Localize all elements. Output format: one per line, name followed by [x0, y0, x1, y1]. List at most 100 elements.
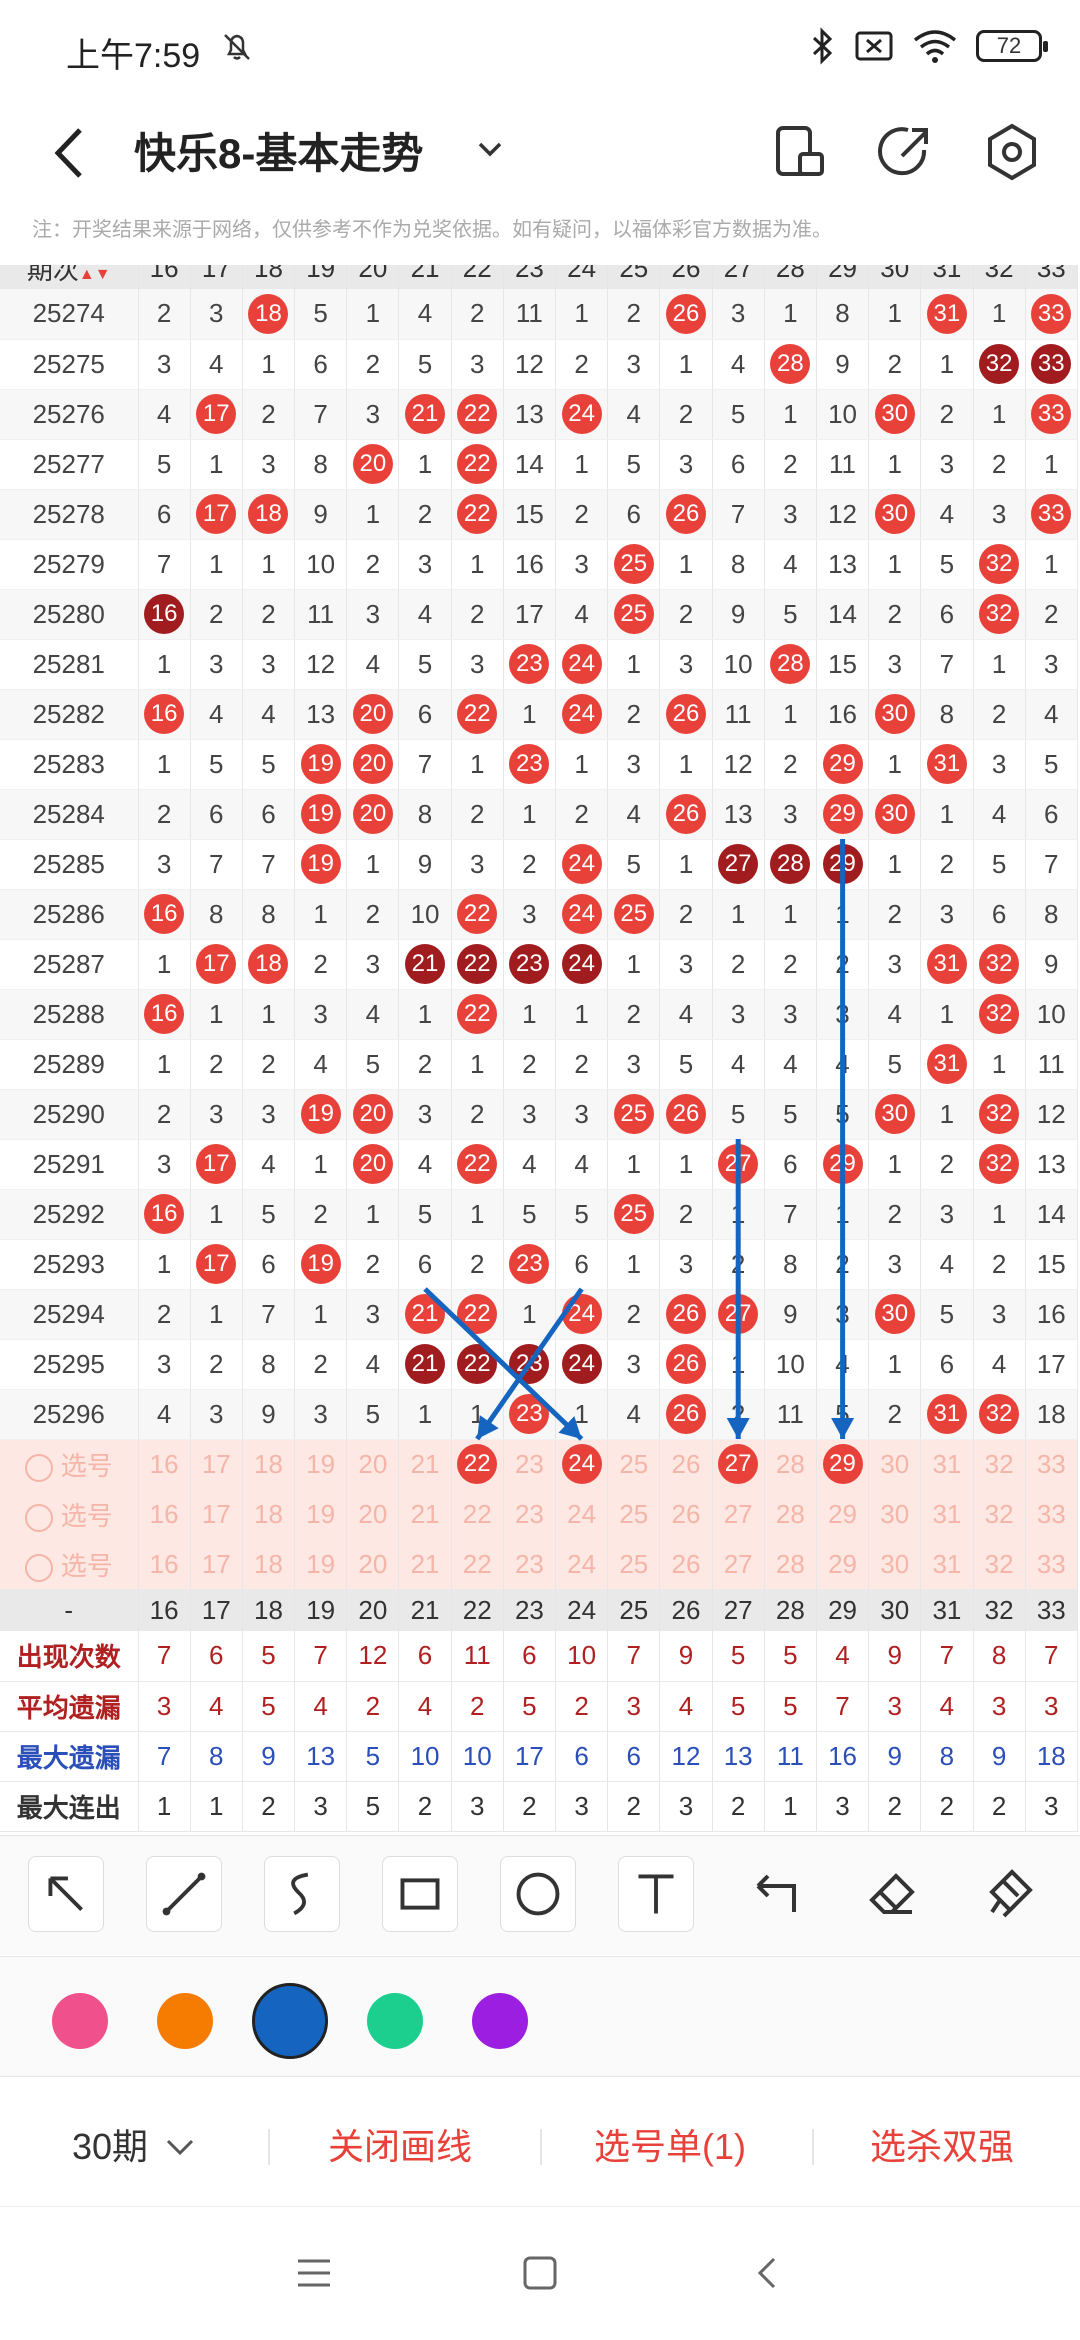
number-cell[interactable]: 16: [138, 689, 191, 740]
number-cell[interactable]: 17: [190, 1239, 243, 1290]
pick-cell[interactable]: 18: [242, 1439, 296, 1489]
number-cell[interactable]: 22: [451, 1139, 504, 1190]
color-swatch[interactable]: [252, 1983, 328, 2059]
number-cell[interactable]: 32: [973, 989, 1026, 1040]
pick-cell[interactable]: 22: [451, 1439, 504, 1489]
number-cell[interactable]: 26: [659, 289, 713, 340]
period-header[interactable]: 期次▲▼: [0, 265, 139, 289]
number-cell[interactable]: 22: [451, 1339, 504, 1390]
back-icon[interactable]: [40, 118, 100, 188]
number-cell[interactable]: 23: [503, 1239, 557, 1290]
number-cell[interactable]: 24: [555, 839, 609, 890]
number-cell[interactable]: 17: [190, 1139, 243, 1190]
pick-cell[interactable]: 24: [555, 1439, 609, 1489]
number-cell[interactable]: 29: [816, 1139, 870, 1190]
number-cell[interactable]: 30: [868, 389, 922, 440]
curve-tool-icon[interactable]: [264, 1856, 340, 1932]
number-cell[interactable]: 30: [868, 689, 922, 740]
eraser-icon[interactable]: [854, 1856, 930, 1932]
number-cell[interactable]: 26: [659, 1389, 713, 1440]
number-cell[interactable]: 24: [555, 389, 609, 440]
pick-cell[interactable]: 22: [451, 1539, 504, 1589]
pick-cell[interactable]: 32: [973, 1439, 1026, 1489]
number-cell[interactable]: 26: [659, 1289, 713, 1340]
pick-cell[interactable]: 27: [712, 1539, 765, 1589]
number-cell[interactable]: 29: [816, 789, 870, 840]
period-selector[interactable]: 30期: [72, 2117, 148, 2177]
number-cell[interactable]: 30: [868, 1289, 922, 1340]
number-cell[interactable]: 16: [138, 1189, 191, 1240]
number-cell[interactable]: 25: [607, 539, 661, 590]
pick-cell[interactable]: 25: [607, 1539, 661, 1589]
pick-cell[interactable]: 29: [816, 1539, 870, 1589]
pick-cell[interactable]: 33: [1025, 1439, 1078, 1489]
number-cell[interactable]: 33: [1025, 489, 1078, 540]
number-cell[interactable]: 21: [398, 1339, 452, 1390]
number-cell[interactable]: 29: [816, 839, 870, 890]
number-cell[interactable]: 22: [451, 389, 504, 440]
number-cell[interactable]: 21: [398, 1289, 452, 1340]
number-cell[interactable]: 23: [503, 1389, 557, 1440]
number-cell[interactable]: 25: [607, 589, 661, 640]
number-cell[interactable]: 16: [138, 589, 191, 640]
number-cell[interactable]: 26: [659, 789, 713, 840]
pick-cell[interactable]: 16: [138, 1539, 191, 1589]
number-cell[interactable]: 24: [555, 939, 609, 990]
number-cell[interactable]: 25: [607, 889, 661, 940]
number-cell[interactable]: 32: [973, 939, 1026, 990]
line-tool-icon[interactable]: [146, 1856, 222, 1932]
number-cell[interactable]: 20: [346, 439, 400, 490]
number-cell[interactable]: 19: [294, 839, 348, 890]
pick-cell[interactable]: 23: [503, 1539, 557, 1589]
number-cell[interactable]: 31: [920, 289, 974, 340]
number-cell[interactable]: 23: [503, 739, 557, 790]
number-cell[interactable]: 16: [138, 889, 191, 940]
close-draw-button[interactable]: 关闭画线: [328, 2117, 472, 2177]
pick-cell[interactable]: 25: [607, 1439, 661, 1489]
number-cell[interactable]: 31: [920, 739, 974, 790]
number-cell[interactable]: 20: [346, 739, 400, 790]
number-cell[interactable]: 31: [920, 939, 974, 990]
number-cell[interactable]: 19: [294, 789, 348, 840]
number-cell[interactable]: 22: [451, 439, 504, 490]
number-cell[interactable]: 17: [190, 389, 243, 440]
pick-cell[interactable]: 28: [764, 1489, 817, 1539]
menu-icon[interactable]: [296, 2257, 332, 2289]
number-cell[interactable]: 27: [712, 839, 765, 890]
pick-cell[interactable]: 29: [816, 1489, 870, 1539]
device-switch-icon[interactable]: [760, 112, 840, 192]
number-cell[interactable]: 24: [555, 689, 609, 740]
number-cell[interactable]: 24: [555, 639, 609, 690]
number-cell[interactable]: 28: [764, 339, 817, 390]
pick-cell[interactable]: 30: [868, 1439, 922, 1489]
pick-cell[interactable]: 33: [1025, 1539, 1078, 1589]
number-cell[interactable]: 23: [503, 639, 557, 690]
number-cell[interactable]: 25: [607, 1089, 661, 1140]
kill-double-button[interactable]: 选杀双强: [870, 2117, 1014, 2177]
rectangle-tool-icon[interactable]: [382, 1856, 458, 1932]
arrow-tool-icon[interactable]: [28, 1856, 104, 1932]
color-swatch[interactable]: [52, 1993, 108, 2049]
color-swatch[interactable]: [367, 1993, 423, 2049]
number-cell[interactable]: 17: [190, 939, 243, 990]
number-cell[interactable]: 21: [398, 389, 452, 440]
pick-cell[interactable]: 21: [398, 1439, 452, 1489]
chevron-down-icon[interactable]: [470, 130, 510, 170]
pick-cell[interactable]: 28: [764, 1439, 817, 1489]
number-cell[interactable]: 21: [398, 939, 452, 990]
number-cell[interactable]: 28: [764, 639, 817, 690]
pick-cell[interactable]: 17: [190, 1489, 243, 1539]
number-cell[interactable]: 22: [451, 689, 504, 740]
pick-cell[interactable]: 22: [451, 1489, 504, 1539]
pick-cell[interactable]: 26: [659, 1539, 713, 1589]
pick-cell[interactable]: 30: [868, 1489, 922, 1539]
number-cell[interactable]: 32: [973, 539, 1026, 590]
text-tool-icon[interactable]: [618, 1856, 694, 1932]
number-cell[interactable]: 18: [242, 939, 296, 990]
pick-cell[interactable]: 33: [1025, 1489, 1078, 1539]
clear-icon[interactable]: [972, 1856, 1048, 1932]
chevron-down-icon[interactable]: [164, 2135, 196, 2161]
settings-icon[interactable]: [972, 112, 1052, 192]
number-cell[interactable]: 24: [555, 889, 609, 940]
number-cell[interactable]: 20: [346, 789, 400, 840]
